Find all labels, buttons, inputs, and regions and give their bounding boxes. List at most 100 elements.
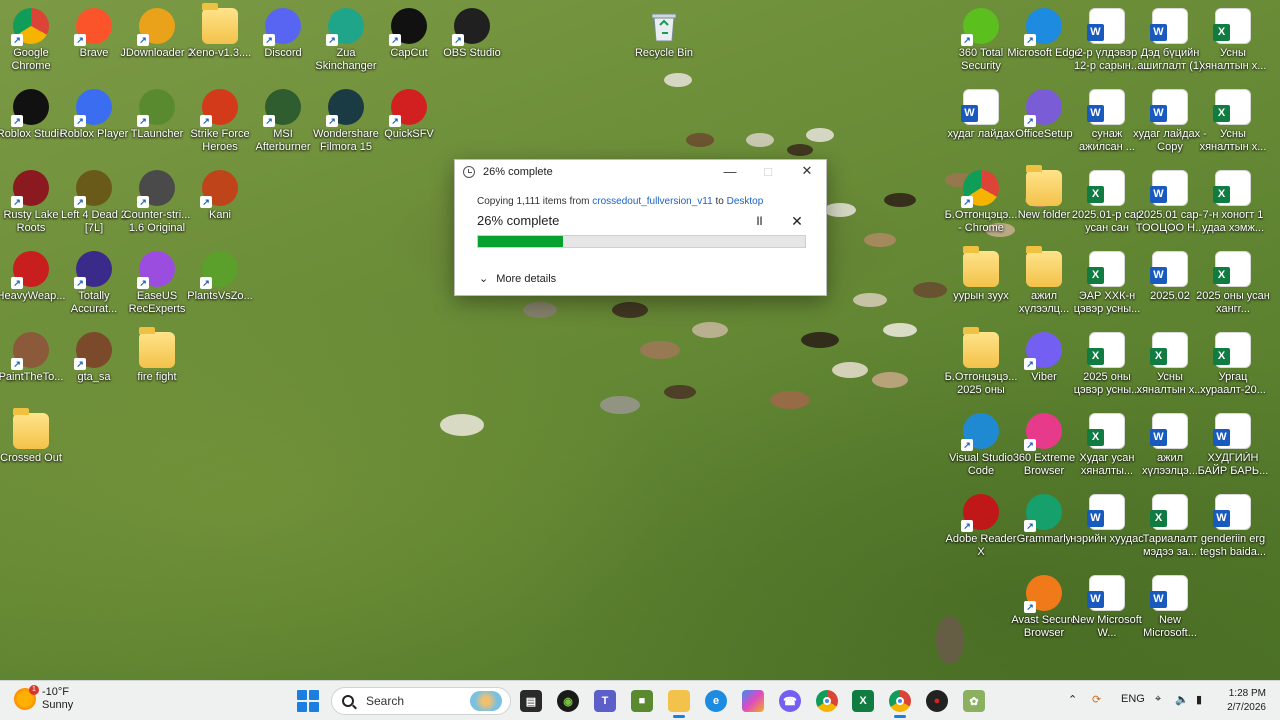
desktop-icon[interactable]: X Усны хяналтын х... [1195, 4, 1271, 84]
desktop-icon[interactable]: X 7-н хонoгт 1 удаа хэмж... [1195, 166, 1271, 246]
shortcut-arrow-icon: ↗ [11, 115, 23, 127]
shortcut-arrow-icon: ↗ [1024, 601, 1036, 613]
word-doc-icon: W [1087, 8, 1125, 44]
filmora-icon: ↗ [326, 89, 364, 127]
desktop-icon[interactable]: X Ургац хураалт-20... [1195, 328, 1271, 408]
excel-doc-icon: X [1213, 8, 1251, 44]
shortcut-arrow-icon: ↗ [74, 115, 86, 127]
destination-link[interactable]: Desktop [727, 196, 764, 207]
teams-icon[interactable]: T [594, 690, 616, 712]
copy-progress-dialog[interactable]: 26% complete — □ ✕ Copying 1,111 items f… [454, 159, 827, 296]
language-indicator[interactable]: ENG [1121, 693, 1145, 705]
desktop-icon-label: ХУДГИЙН БАЙР БАРЬ... [1197, 452, 1269, 477]
folder-icon [1026, 246, 1062, 287]
desktop-icon[interactable]: fire fight [119, 327, 195, 408]
progress-bar-fill [478, 236, 564, 247]
battery-icon[interactable]: ▮ [1196, 693, 1202, 706]
tlauncher-icon: ↗ [137, 89, 175, 127]
desktop-icon[interactable]: ↗ OBS Studio [434, 4, 510, 84]
word-doc-icon: W [1087, 89, 1125, 125]
volume-icon[interactable]: 🔈 [1175, 693, 1189, 706]
weather-widget[interactable]: 1 -10°F Sunny [14, 685, 74, 712]
desktop-icon[interactable]: ↗ QuickSFV [371, 85, 447, 165]
source-link[interactable]: crossedout_fullversion_v11 [592, 196, 712, 207]
excel-doc-icon: X [1087, 413, 1125, 449]
maximize-button: □ [764, 163, 772, 179]
word-doc-icon: W [1150, 575, 1188, 611]
pause-button[interactable]: | | [752, 215, 766, 229]
file-explorer-icon[interactable]: ▤ [520, 690, 542, 712]
heavyweapon-icon: ↗ [11, 251, 49, 289]
minecraft-icon[interactable]: ■ [631, 690, 653, 712]
kani-icon: ↗ [200, 170, 238, 208]
plant-icon[interactable]: ✿ [963, 690, 985, 712]
desktop-icon[interactable]: W New Microsoft... [1132, 571, 1208, 651]
chrome-icon[interactable] [816, 690, 838, 712]
roblox-studio-icon: ↗ [11, 89, 49, 127]
word-doc-icon: W [1150, 170, 1188, 206]
sun-icon: 1 [14, 685, 39, 710]
excel-doc-icon: X [1087, 332, 1125, 368]
taskbar-clock[interactable]: 1:28 PM 2/7/2026 [1218, 687, 1266, 715]
excel-icon[interactable]: X [852, 690, 874, 712]
shortcut-arrow-icon: ↗ [200, 196, 212, 208]
shortcut-arrow-icon: ↗ [326, 34, 338, 46]
more-details-label: More details [496, 272, 557, 285]
paintthetown-icon: ↗ [11, 332, 49, 370]
minimize-button[interactable]: — [711, 160, 749, 182]
desktop-icon-label: fire fight [137, 371, 177, 383]
strike-force-icon: ↗ [200, 89, 238, 127]
shortcut-arrow-icon: ↗ [263, 115, 275, 127]
more-details-toggle[interactable]: ⌄ More details [479, 272, 557, 286]
desktop-icon-label: genderiin erg tegsh baida... [1199, 533, 1267, 558]
excel-doc-icon: X [1213, 251, 1251, 287]
chevron-up-icon[interactable]: ⌃ [1068, 693, 1077, 706]
chrome-profile-icon[interactable] [889, 690, 911, 718]
folder-icon[interactable] [668, 690, 690, 718]
word-doc-icon: W [1150, 89, 1188, 125]
shortcut-arrow-icon: ↗ [1024, 358, 1036, 370]
desktop-icon[interactable]: ↗ Kani [182, 166, 258, 246]
excel-doc-icon: X [1213, 89, 1251, 125]
wifi-icon[interactable]: ⌖ [1155, 693, 1161, 706]
game-icon[interactable]: ● [926, 690, 948, 712]
desktop-icon-label: PlantsVsZo... [187, 290, 253, 302]
avast-browser-icon: ↗ [1024, 575, 1062, 613]
shortcut-arrow-icon: ↗ [389, 34, 401, 46]
notification-badge: 1 [29, 685, 39, 695]
desktop-icon[interactable]: X Усны хяналтын х... [1195, 85, 1271, 165]
desktop-icon[interactable]: Crossed Out [0, 408, 69, 489]
desktop-icon[interactable]: Wgenderiin erg tegsh baida... [1195, 490, 1271, 570]
word-doc-icon: W [1087, 575, 1125, 611]
desktop-icon[interactable]: X 2025 оны усан хангr... [1195, 247, 1271, 327]
word-doc-icon: W [1150, 8, 1188, 44]
weather-temp: -10°F [42, 686, 70, 698]
viber-icon: ↗ [1024, 332, 1062, 370]
desktop-icon[interactable]: ↗ PlantsVsZo... [182, 247, 258, 327]
shortcut-arrow-icon: ↗ [137, 277, 149, 289]
zua-icon: ↗ [326, 8, 364, 46]
cancel-copy-button[interactable]: ✕ [790, 213, 804, 229]
chevron-down-icon: ⌄ [479, 273, 489, 285]
search-label: Search [366, 694, 405, 708]
folder-icon [139, 327, 175, 368]
shortcut-arrow-icon: ↗ [11, 34, 23, 46]
weather-condition: Sunny [42, 699, 74, 711]
viber-icon[interactable]: ☎ [779, 690, 801, 712]
shortcut-arrow-icon: ↗ [1024, 115, 1036, 127]
word-doc-icon: W [961, 89, 999, 125]
close-window-button[interactable]: ✕ [788, 160, 826, 182]
search-icon [342, 695, 354, 707]
start-button[interactable] [297, 690, 319, 712]
desktop-icon[interactable]: W ХУДГИЙН БАЙР БАРЬ... [1195, 409, 1271, 489]
copilot-icon[interactable] [742, 690, 764, 712]
shortcut-arrow-icon: ↗ [137, 115, 149, 127]
taskbar-search[interactable]: Search [331, 687, 511, 715]
progress-status: 26% complete [477, 213, 560, 228]
xbox-icon[interactable]: ◉ [557, 690, 579, 712]
desktop-icon-recycle-bin[interactable]: Recycle Bin [626, 4, 702, 84]
shortcut-arrow-icon: ↗ [137, 34, 149, 46]
dialog-title-bar[interactable]: 26% complete — □ ✕ [455, 160, 826, 184]
edge-icon[interactable]: e [705, 690, 727, 712]
sync-icon[interactable]: ⟳ [1092, 693, 1101, 706]
